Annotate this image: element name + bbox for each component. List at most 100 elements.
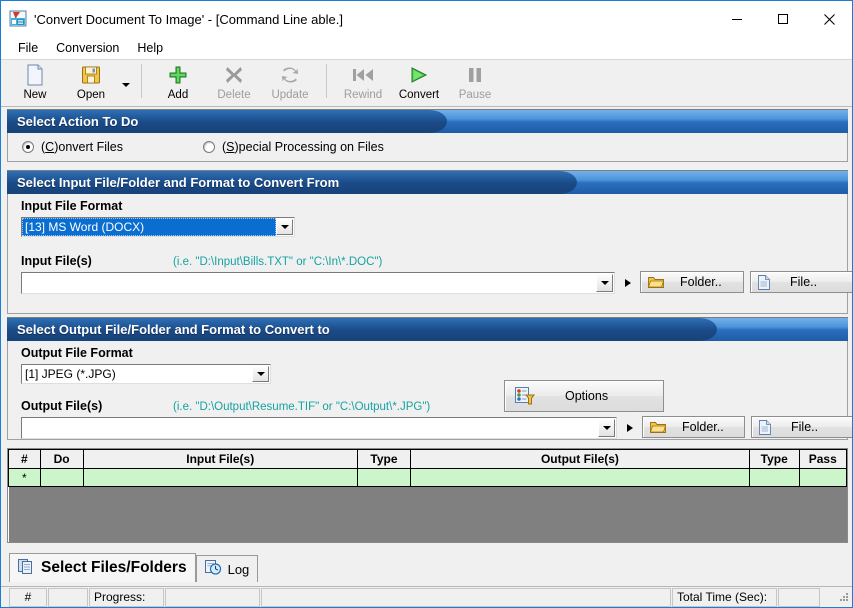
log-clock-icon bbox=[205, 559, 222, 579]
output-options-button[interactable]: Options bbox=[504, 380, 664, 412]
grid-col-header-3[interactable]: Type bbox=[357, 450, 410, 469]
document-icon bbox=[759, 420, 771, 435]
grid-col-header-2[interactable]: Input File(s) bbox=[83, 450, 357, 469]
input-format-dropdown-button[interactable] bbox=[276, 219, 293, 235]
radio-special-processing[interactable]: (S)pecial Processing on Files bbox=[123, 134, 384, 160]
output-files-label: Output File(s) bbox=[21, 399, 102, 413]
pause-icon bbox=[466, 63, 484, 87]
add-plus-icon bbox=[168, 63, 188, 87]
action-section-title: Select Action To Do bbox=[17, 110, 138, 133]
chevron-down-icon bbox=[601, 281, 609, 285]
main-content: Select Action To Do (C)onvert Files (S)p… bbox=[1, 107, 852, 607]
toolbar-separator-1 bbox=[141, 64, 142, 98]
input-section-title: Select Input File/Folder and Format to C… bbox=[17, 171, 339, 194]
grid-col-header-4[interactable]: Output File(s) bbox=[411, 450, 750, 469]
toolbar-new-button[interactable]: New bbox=[7, 60, 63, 106]
input-section-header: Select Input File/Folder and Format to C… bbox=[7, 170, 848, 194]
tab-select-files-folders-label: Select Files/Folders bbox=[41, 559, 187, 577]
toolbar-open-dropdown-button[interactable] bbox=[119, 60, 133, 106]
grid-cell-3[interactable] bbox=[357, 469, 410, 487]
tab-log[interactable]: Log bbox=[196, 555, 259, 582]
window-title: 'Convert Document To Image' - [Command L… bbox=[34, 12, 343, 27]
open-folder-icon bbox=[80, 63, 102, 87]
radio-special-processing-indicator bbox=[203, 141, 215, 153]
input-format-value: [13] MS Word (DOCX) bbox=[22, 218, 276, 236]
documents-icon bbox=[18, 558, 35, 579]
resize-grip-icon[interactable] bbox=[836, 590, 850, 604]
toolbar-add-button[interactable]: Add bbox=[150, 60, 206, 106]
input-file-button[interactable]: File.. bbox=[750, 271, 852, 293]
options-settings-icon bbox=[515, 387, 535, 406]
output-folder-button[interactable]: Folder.. bbox=[642, 416, 745, 438]
output-browse-arrow-button[interactable] bbox=[622, 419, 638, 437]
delete-x-icon bbox=[224, 63, 244, 87]
input-files-label: Input File(s) bbox=[21, 254, 92, 268]
grid-cell-0[interactable]: * bbox=[9, 469, 41, 487]
output-format-combobox[interactable]: [1] JPEG (*.JPG) bbox=[21, 364, 271, 384]
output-section-body: Output File Format [1] JPEG (*.JPG) bbox=[7, 341, 848, 440]
output-format-dropdown-button[interactable] bbox=[252, 366, 269, 382]
chevron-down-icon bbox=[122, 83, 130, 87]
toolbar-open-label: Open bbox=[77, 89, 105, 101]
toolbar-open-button[interactable]: Open bbox=[63, 60, 119, 106]
menu-item-conversion[interactable]: Conversion bbox=[47, 39, 128, 57]
status-total-time-label: Total Time (Sec): bbox=[672, 588, 777, 607]
output-files-textbox[interactable] bbox=[21, 417, 617, 439]
toolbar-update-label: Update bbox=[271, 89, 308, 101]
grid-col-header-0[interactable]: # bbox=[9, 450, 41, 469]
chevron-down-icon bbox=[603, 426, 611, 430]
output-file-button[interactable]: File.. bbox=[751, 416, 852, 438]
open-folder-icon bbox=[648, 275, 664, 289]
menu-item-help[interactable]: Help bbox=[128, 39, 172, 57]
new-document-icon bbox=[25, 63, 45, 87]
input-files-dropdown-button[interactable] bbox=[596, 274, 613, 292]
output-format-label: Output File Format bbox=[21, 346, 133, 360]
grid-col-header-1[interactable]: Do bbox=[40, 450, 83, 469]
grid-cell-4[interactable] bbox=[411, 469, 750, 487]
input-format-combobox[interactable]: [13] MS Word (DOCX) bbox=[21, 217, 295, 237]
input-folder-button[interactable]: Folder.. bbox=[640, 271, 744, 293]
app-icon bbox=[9, 10, 27, 28]
grid-cell-1[interactable] bbox=[40, 469, 83, 487]
maximize-button[interactable] bbox=[760, 1, 806, 37]
toolbar-update-button[interactable]: Update bbox=[262, 60, 318, 106]
bottom-tabs: Select Files/Folders Log bbox=[9, 553, 258, 582]
input-folder-button-label: Folder.. bbox=[680, 275, 722, 289]
toolbar-convert-button[interactable]: Convert bbox=[391, 60, 447, 106]
grid-cell-6[interactable] bbox=[799, 469, 846, 487]
toolbar-add-label: Add bbox=[168, 89, 188, 101]
output-section-header: Select Output File/Folder and Format to … bbox=[7, 317, 848, 341]
grid-row[interactable]: * bbox=[9, 469, 847, 487]
input-files-field[interactable] bbox=[22, 273, 595, 293]
document-icon bbox=[758, 275, 770, 290]
tab-select-files-folders[interactable]: Select Files/Folders bbox=[9, 553, 196, 582]
output-files-dropdown-button[interactable] bbox=[598, 419, 615, 437]
window-controls bbox=[714, 1, 852, 37]
action-section-header: Select Action To Do bbox=[7, 109, 848, 133]
application-window: 'Convert Document To Image' - [Command L… bbox=[0, 0, 853, 608]
menu-item-file[interactable]: File bbox=[9, 39, 47, 57]
toolbar-pause-button[interactable]: Pause bbox=[447, 60, 503, 106]
input-files-textbox[interactable] bbox=[21, 272, 615, 294]
grid-col-header-6[interactable]: Pass bbox=[799, 450, 846, 469]
grid-col-header-5[interactable]: Type bbox=[749, 450, 799, 469]
status-message bbox=[261, 588, 671, 607]
radio-convert-files-label: (C)onvert Files bbox=[41, 140, 123, 154]
input-browse-arrow-button[interactable] bbox=[620, 274, 636, 292]
grid-header-row: #DoInput File(s)TypeOutput File(s)TypePa… bbox=[9, 450, 847, 469]
grid-cell-5[interactable] bbox=[749, 469, 799, 487]
files-grid[interactable]: #DoInput File(s)TypeOutput File(s)TypePa… bbox=[7, 448, 848, 543]
toolbar-separator-2 bbox=[326, 64, 327, 98]
output-files-field[interactable] bbox=[22, 418, 597, 438]
toolbar-rewind-button[interactable]: Rewind bbox=[335, 60, 391, 106]
grid-cell-2[interactable] bbox=[83, 469, 357, 487]
minimize-button[interactable] bbox=[714, 1, 760, 37]
close-button[interactable] bbox=[806, 1, 852, 37]
rewind-icon bbox=[352, 63, 374, 87]
status-progress-label: Progress: bbox=[89, 588, 164, 607]
toolbar-delete-button[interactable]: Delete bbox=[206, 60, 262, 106]
toolbar-pause-label: Pause bbox=[459, 89, 492, 101]
input-section-body: Input File Format [13] MS Word (DOCX) In… bbox=[7, 194, 848, 314]
chevron-down-icon bbox=[257, 372, 265, 376]
radio-convert-files[interactable]: (C)onvert Files bbox=[8, 134, 123, 160]
